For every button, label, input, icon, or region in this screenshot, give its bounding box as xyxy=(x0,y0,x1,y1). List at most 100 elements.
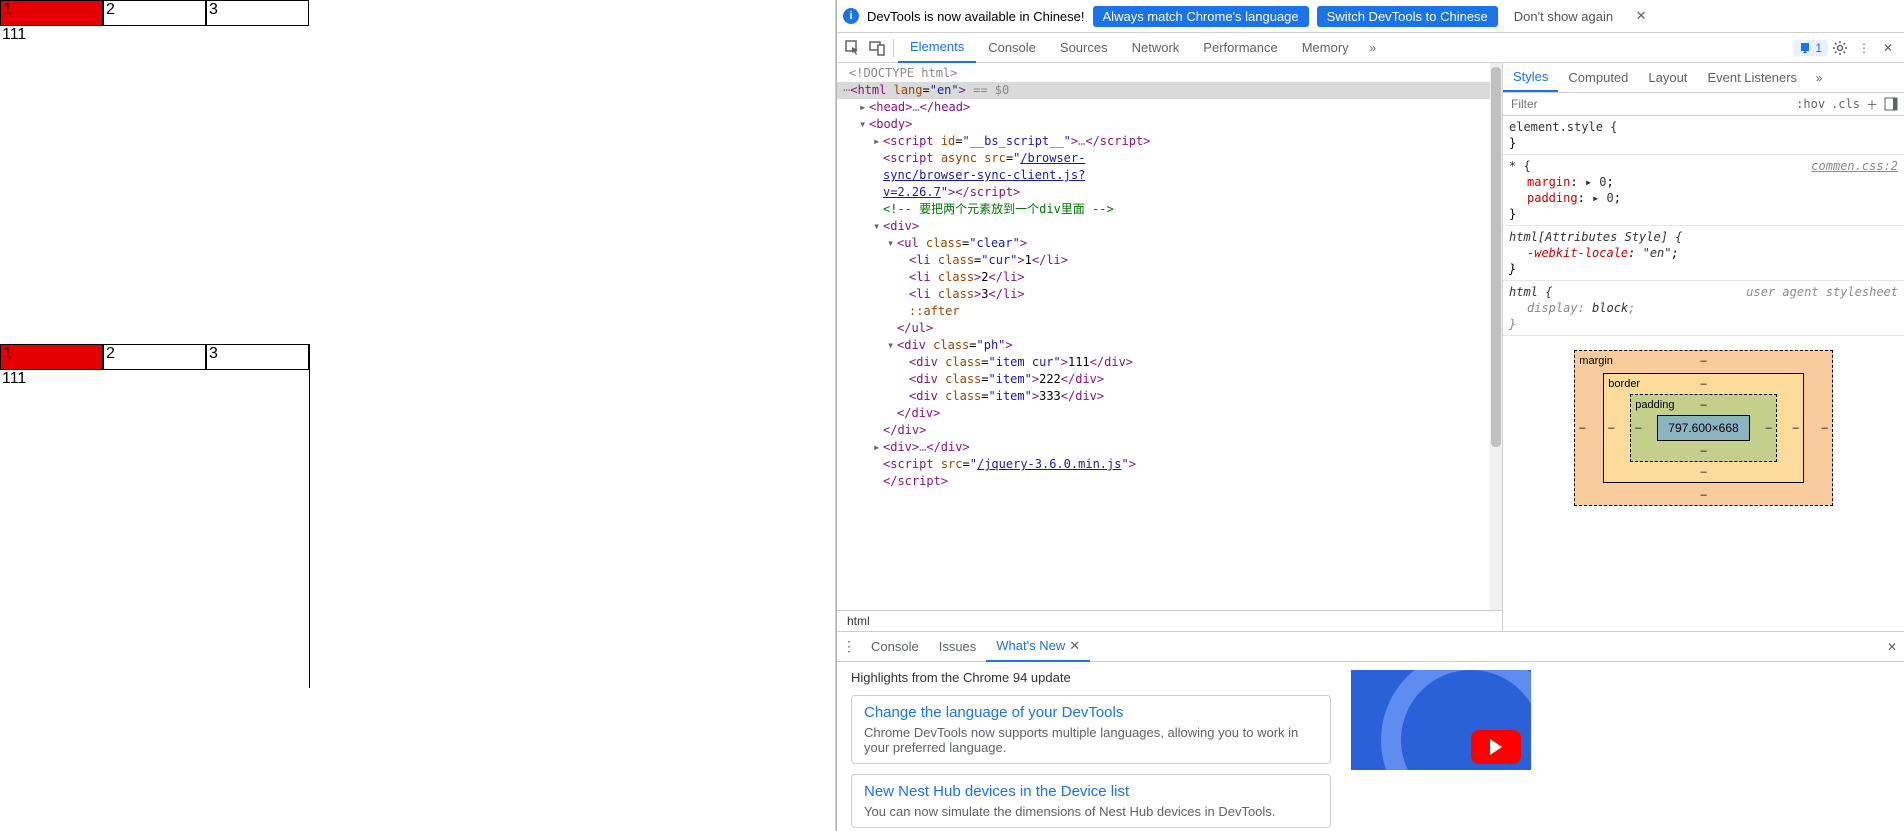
drawer: ⋮ Console Issues What's New✕ ✕ Highlight… xyxy=(837,631,1904,831)
rule-html-ua[interactable]: user agent stylesheet html { display: bl… xyxy=(1503,281,1904,336)
dom-html[interactable]: ⋯<html lang="en"> == $0 xyxy=(837,82,1502,99)
drawer-body: Highlights from the Chrome 94 update Cha… xyxy=(837,662,1904,831)
play-icon[interactable] xyxy=(1471,730,1521,764)
dom-item1[interactable]: <div class="item cur">111</div> xyxy=(837,354,1502,371)
tabset-2: 1 2 3 111 xyxy=(0,344,310,688)
info-icon: i xyxy=(843,8,859,24)
sidebar-toggle-icon[interactable] xyxy=(1884,97,1898,111)
styles-tab-eventlisteners[interactable]: Event Listeners xyxy=(1697,64,1807,91)
drawer-headline: Highlights from the Chrome 94 update xyxy=(851,670,1331,685)
dom-script2[interactable]: <script async src="/browser-sync/browser… xyxy=(837,150,1127,201)
switch-language-button[interactable]: Switch DevTools to Chinese xyxy=(1317,6,1498,27)
tab1-item-3[interactable]: 3 xyxy=(206,0,309,26)
tab-memory[interactable]: Memory xyxy=(1290,33,1361,63)
dom-item3[interactable]: <div class="item">333</div> xyxy=(837,388,1502,405)
tab2-item-3[interactable]: 3 xyxy=(206,344,309,370)
dom-script1[interactable]: ▸<script id="__bs_script__">…</script> xyxy=(837,133,1502,150)
drawer-close-icon[interactable]: ✕ xyxy=(1880,635,1904,659)
styles-filter-input[interactable] xyxy=(1503,93,1790,115)
dom-ul-close[interactable]: </ul> xyxy=(837,320,1502,337)
tab2-item-2[interactable]: 2 xyxy=(103,344,206,370)
box-model: margin – – – – border – – – – xyxy=(1503,336,1904,520)
rule-element-style[interactable]: element.style { } xyxy=(1503,116,1904,155)
dom-after: ::after xyxy=(909,304,960,318)
whatsnew-card-2[interactable]: New Nest Hub devices in the Device list … xyxy=(851,774,1331,828)
issues-icon xyxy=(1799,42,1811,54)
dom-scrollbar[interactable] xyxy=(1490,63,1502,610)
bm-border-label: border xyxy=(1608,376,1640,392)
dom-item2[interactable]: <div class="item">222</div> xyxy=(837,371,1502,388)
tab-list-1: 1 2 3 xyxy=(0,0,835,26)
rendered-page: 1 2 3 111 1 2 3 111 xyxy=(0,0,836,831)
drawer-tab-console[interactable]: Console xyxy=(861,632,929,662)
dom-div1-close[interactable]: </div> xyxy=(837,422,1502,439)
tab1-content-text: 111 xyxy=(0,26,835,44)
whatsnew-video-thumb[interactable] xyxy=(1351,670,1531,770)
dom-body[interactable]: ▾<body> xyxy=(837,116,1502,133)
styles-tabs: Styles Computed Layout Event Listeners » xyxy=(1503,63,1904,93)
dom-div1[interactable]: ▾<div> xyxy=(837,218,1502,235)
inspect-icon[interactable] xyxy=(841,36,865,60)
drawer-tabs: ⋮ Console Issues What's New✕ ✕ xyxy=(837,632,1904,662)
devtools-main: <!DOCTYPE html> ⋯<html lang="en"> == $0 … xyxy=(837,63,1904,631)
dom-div2[interactable]: ▸<div>…</div> xyxy=(837,439,1502,456)
drawer-tab-issues[interactable]: Issues xyxy=(929,632,987,662)
close-devtools-icon[interactable]: ✕ xyxy=(1876,36,1900,60)
infobar-text: DevTools is now available in Chinese! xyxy=(867,9,1085,24)
close-infobar-icon[interactable]: ✕ xyxy=(1629,4,1653,28)
cls-toggle[interactable]: .cls xyxy=(1831,97,1860,111)
infobar: i DevTools is now available in Chinese! … xyxy=(837,0,1904,33)
drawer-more-icon[interactable]: ⋮ xyxy=(837,638,861,655)
dont-show-button[interactable]: Don't show again xyxy=(1506,6,1621,27)
dom-doctype: <!DOCTYPE html> xyxy=(849,66,957,80)
styles-tab-styles[interactable]: Styles xyxy=(1503,63,1558,92)
hov-toggle[interactable]: :hov xyxy=(1796,97,1825,111)
styles-tab-layout[interactable]: Layout xyxy=(1638,64,1697,91)
device-toggle-icon[interactable] xyxy=(865,36,889,60)
settings-icon[interactable] xyxy=(1828,36,1852,60)
drawer-tab-close-icon[interactable]: ✕ xyxy=(1069,638,1080,654)
devtools-toolbar: Elements Console Sources Network Perform… xyxy=(837,33,1904,63)
tab-sources[interactable]: Sources xyxy=(1048,33,1120,63)
tab1-item-1[interactable]: 1 xyxy=(0,0,103,26)
rule-html-attrs[interactable]: html[Attributes Style] { -webkit-locale:… xyxy=(1503,226,1904,281)
match-language-button[interactable]: Always match Chrome's language xyxy=(1093,6,1309,27)
styles-tab-computed[interactable]: Computed xyxy=(1558,64,1638,91)
tab-elements[interactable]: Elements xyxy=(898,33,976,63)
dom-head[interactable]: ▸<head>…</head> xyxy=(837,99,1502,116)
dom-divph[interactable]: ▾<div class="ph"> xyxy=(837,337,1502,354)
dom-script3-close[interactable]: </script> xyxy=(837,473,1502,490)
dom-li2[interactable]: <li class>2</li> xyxy=(837,269,1502,286)
more-tabs-icon[interactable]: » xyxy=(1361,36,1385,60)
tab2-content-text: 111 xyxy=(0,370,309,388)
dom-li3[interactable]: <li class>3</li> xyxy=(837,286,1502,303)
issues-badge[interactable]: 1 xyxy=(1793,40,1828,56)
dom-li1[interactable]: <li class="cur">1</li> xyxy=(837,252,1502,269)
styles-rules[interactable]: element.style { } commen.css:2 * { margi… xyxy=(1503,116,1904,631)
tab-network[interactable]: Network xyxy=(1120,33,1192,63)
tab-console[interactable]: Console xyxy=(976,33,1048,63)
kebab-icon[interactable]: ⋮ xyxy=(1852,36,1876,60)
tab-performance[interactable]: Performance xyxy=(1191,33,1289,63)
bm-margin-label: margin xyxy=(1579,353,1613,369)
new-rule-icon[interactable]: ＋ xyxy=(1866,96,1878,113)
tab1-item-2[interactable]: 2 xyxy=(103,0,206,26)
bm-content: 797.600×668 xyxy=(1657,415,1749,441)
tab2-item-1[interactable]: 1 xyxy=(0,344,103,370)
tab2-content: 111 xyxy=(0,370,309,688)
elements-panel: <!DOCTYPE html> ⋯<html lang="en"> == $0 … xyxy=(837,63,1503,631)
drawer-tab-whatsnew[interactable]: What's New✕ xyxy=(986,632,1090,662)
bm-padding-label: padding xyxy=(1635,397,1674,413)
dom-breadcrumb[interactable]: html xyxy=(837,610,1502,631)
dom-ul[interactable]: ▾<ul class="clear"> xyxy=(837,235,1502,252)
dom-divph-close[interactable]: </div> xyxy=(837,405,1502,422)
rule-star[interactable]: commen.css:2 * { margin: ▸ 0; padding: ▸… xyxy=(1503,155,1904,226)
tab1-content: 111 xyxy=(0,26,835,344)
styles-sidebar: Styles Computed Layout Event Listeners »… xyxy=(1503,63,1904,631)
issues-count: 1 xyxy=(1815,41,1822,55)
separator xyxy=(893,39,894,57)
dom-script3[interactable]: <script src="/jquery-3.6.0.min.js"> xyxy=(837,456,1502,473)
whatsnew-card-1[interactable]: Change the language of your DevTools Chr… xyxy=(851,695,1331,764)
dom-tree[interactable]: <!DOCTYPE html> ⋯<html lang="en"> == $0 … xyxy=(837,63,1502,610)
styles-more-tabs-icon[interactable]: » xyxy=(1807,66,1831,90)
